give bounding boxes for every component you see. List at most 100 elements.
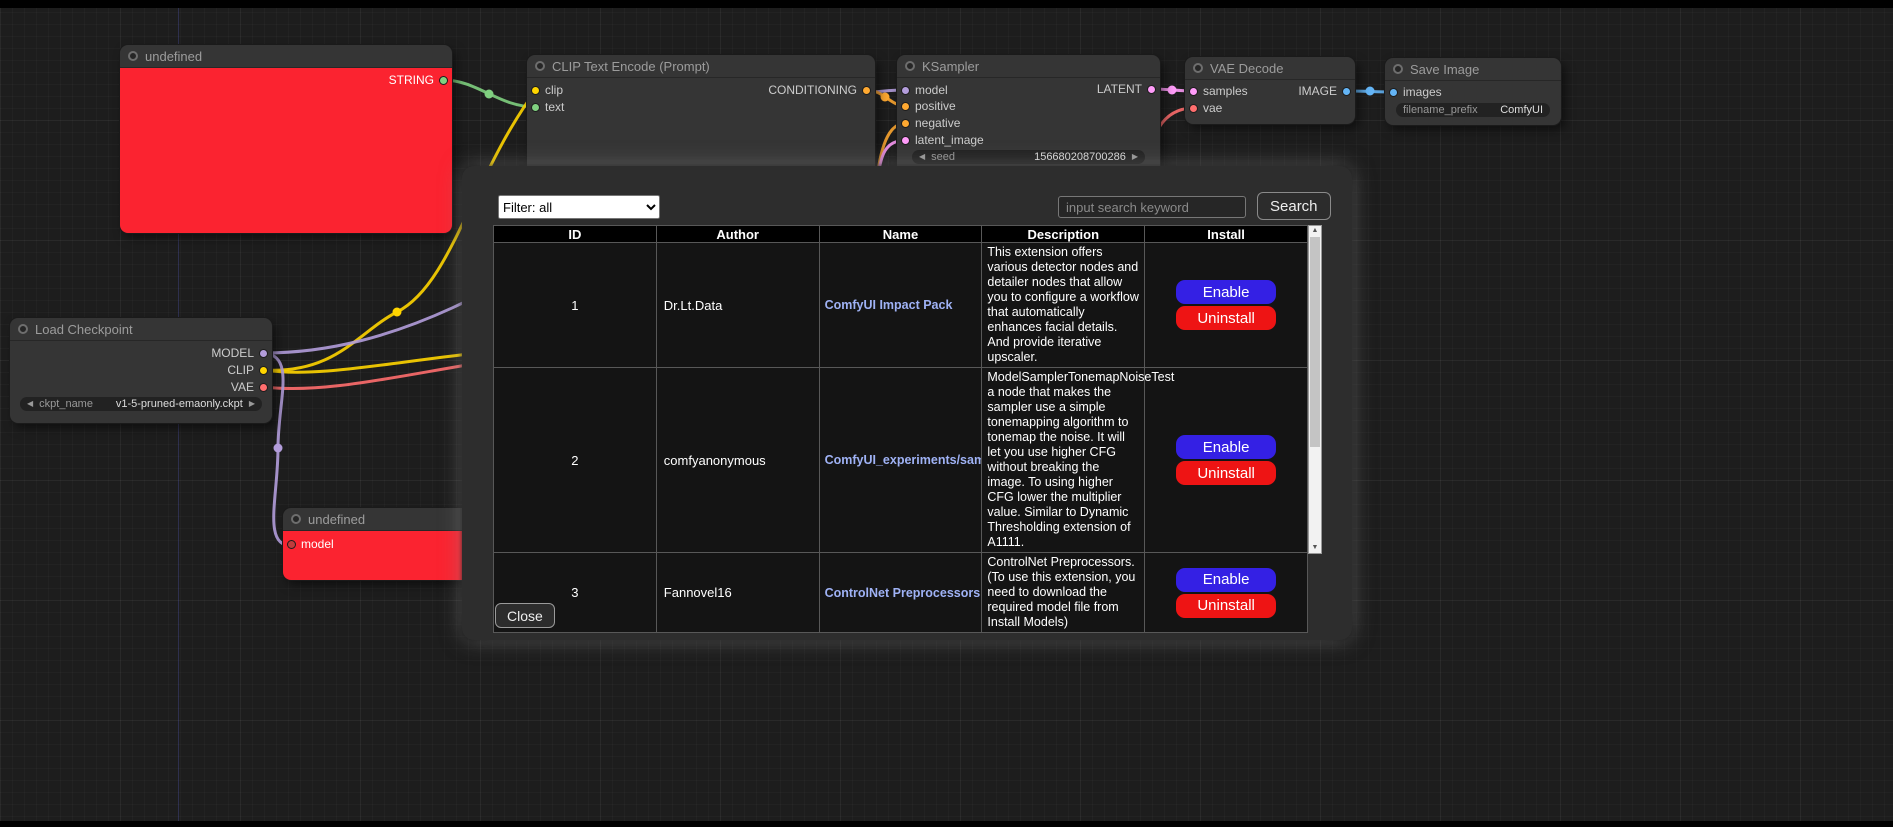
image-port-icon[interactable] — [1389, 88, 1398, 97]
output-slot-latent[interactable]: LATENT — [1097, 82, 1156, 96]
enable-button[interactable]: Enable — [1176, 568, 1276, 592]
model-port-icon[interactable] — [901, 86, 910, 95]
conditioning-port-icon[interactable] — [862, 86, 871, 95]
output-slot-model[interactable]: MODEL — [211, 346, 268, 360]
node-titlebar[interactable]: undefined — [120, 45, 452, 68]
top-letterbox — [0, 0, 1893, 8]
cell-description: ModelSamplerTonemapNoiseTest a node that… — [982, 368, 1145, 553]
input-slot-vae[interactable]: vae — [1189, 101, 1222, 115]
node-collapse-icon[interactable] — [1193, 63, 1203, 73]
node-collapse-icon[interactable] — [905, 61, 915, 71]
scrollbar-thumb[interactable] — [1310, 237, 1320, 447]
node-collapse-icon[interactable] — [535, 61, 545, 71]
input-slot-images[interactable]: images — [1389, 85, 1442, 99]
filter-select[interactable]: Filter: all — [498, 195, 660, 219]
output-slot-string[interactable]: STRING — [389, 73, 448, 87]
node-title: CLIP Text Encode (Prompt) — [552, 59, 710, 74]
string-port-icon[interactable] — [439, 76, 448, 85]
cell-description: This extension offers various detector n… — [982, 243, 1145, 368]
enable-button[interactable]: Enable — [1176, 435, 1276, 459]
uninstall-button[interactable]: Uninstall — [1176, 306, 1276, 330]
widget-filename-prefix[interactable]: filename_prefix ComfyUI — [1396, 103, 1550, 117]
input-slot-positive[interactable]: positive — [901, 99, 956, 113]
table-header-row: ID Author Name Description Install — [494, 226, 1308, 243]
cell-description: ControlNet Preprocessors. (To use this e… — [982, 553, 1145, 633]
output-slot-vae[interactable]: VAE — [231, 380, 268, 394]
widget-ckpt-name[interactable]: ◀ ckpt_name v1-5-pruned-emaonly.ckpt ▶ — [20, 397, 262, 411]
node-body: images filename_prefix ComfyUI — [1385, 81, 1561, 125]
latent-port-icon[interactable] — [901, 136, 910, 145]
link-dot — [881, 93, 890, 102]
link-dot — [274, 444, 283, 453]
output-slot-conditioning[interactable]: CONDITIONING — [768, 83, 871, 97]
node-titlebar[interactable]: Load Checkpoint — [10, 318, 272, 341]
conditioning-port-icon[interactable] — [901, 102, 910, 111]
output-slot-clip[interactable]: CLIP — [227, 363, 268, 377]
node-collapse-icon[interactable] — [1393, 64, 1403, 74]
node-titlebar[interactable]: KSampler — [897, 55, 1160, 78]
widget-label: ckpt_name — [39, 398, 93, 410]
node-save-image[interactable]: Save Image images filename_prefix ComfyU… — [1385, 58, 1561, 125]
input-slot-model[interactable]: model — [287, 537, 334, 551]
scroll-up-icon[interactable]: ▲ — [1309, 226, 1321, 236]
node-load-checkpoint[interactable]: Load Checkpoint MODEL CLIP VAE ◀ ckpt_na… — [10, 318, 272, 423]
clip-port-icon[interactable] — [531, 86, 540, 95]
input-slot-clip[interactable]: clip — [531, 83, 563, 97]
slot-label: CLIP — [227, 363, 254, 377]
node-undefined-string[interactable]: undefined STRING — [120, 45, 452, 233]
vae-port-icon[interactable] — [1189, 104, 1198, 113]
close-button[interactable]: Close — [495, 603, 555, 628]
table-scrollbar[interactable]: ▲ ▼ — [1308, 225, 1322, 554]
input-slot-model[interactable]: model — [901, 83, 948, 97]
clip-port-icon[interactable] — [259, 366, 268, 375]
node-titlebar[interactable]: VAE Decode — [1185, 57, 1355, 80]
enable-button[interactable]: Enable — [1176, 280, 1276, 304]
latent-port-icon[interactable] — [1147, 85, 1156, 94]
link-dot — [393, 308, 402, 317]
input-slot-text[interactable]: text — [531, 100, 564, 114]
increment-arrow-icon[interactable]: ▶ — [249, 400, 255, 408]
model-port-icon[interactable] — [259, 349, 268, 358]
node-titlebar[interactable]: Save Image — [1385, 58, 1561, 81]
scroll-down-icon[interactable]: ▼ — [1309, 543, 1321, 553]
slot-label: LATENT — [1097, 82, 1142, 96]
node-collapse-icon[interactable] — [18, 324, 28, 334]
extension-link[interactable]: ComfyUI Impact Pack — [825, 298, 953, 312]
conditioning-port-icon[interactable] — [901, 119, 910, 128]
uninstall-button[interactable]: Uninstall — [1176, 461, 1276, 485]
input-slot-samples[interactable]: samples — [1189, 84, 1248, 98]
uninstall-button[interactable]: Uninstall — [1176, 594, 1276, 618]
node-vae-decode[interactable]: VAE Decode samples vae IMAGE — [1185, 57, 1355, 124]
search-input[interactable] — [1058, 196, 1246, 218]
decrement-arrow-icon[interactable]: ◀ — [919, 153, 925, 161]
decrement-arrow-icon[interactable]: ◀ — [27, 400, 33, 408]
extension-link[interactable]: ComfyUI_experiments/sampler_tonemap — [825, 453, 982, 467]
increment-arrow-icon[interactable]: ▶ — [1132, 153, 1138, 161]
node-collapse-icon[interactable] — [128, 51, 138, 61]
input-slot-negative[interactable]: negative — [901, 116, 960, 130]
text-port-icon[interactable] — [531, 103, 540, 112]
latent-port-icon[interactable] — [1189, 87, 1198, 96]
slot-label: model — [915, 83, 948, 97]
slot-label: samples — [1203, 84, 1248, 98]
cell-install: Enable Uninstall — [1145, 368, 1308, 553]
slot-label: positive — [915, 99, 956, 113]
node-titlebar[interactable]: CLIP Text Encode (Prompt) — [527, 55, 875, 78]
widget-label: filename_prefix — [1403, 104, 1478, 116]
vae-port-icon[interactable] — [259, 383, 268, 392]
widget-seed[interactable]: ◀ seed 156680208700286 ▶ — [912, 150, 1145, 164]
widget-value: v1-5-pruned-emaonly.ckpt — [116, 398, 243, 410]
slot-label: latent_image — [915, 133, 984, 147]
node-graph-canvas[interactable]: undefined STRING CLIP Text Encode (Promp… — [0, 0, 1893, 827]
output-slot-image[interactable]: IMAGE — [1298, 84, 1351, 98]
node-body: samples vae IMAGE — [1185, 80, 1355, 124]
input-slot-latent-image[interactable]: latent_image — [901, 133, 984, 147]
image-port-icon[interactable] — [1342, 87, 1351, 96]
model-port-icon[interactable] — [287, 540, 296, 549]
node-title: Load Checkpoint — [35, 322, 133, 337]
extension-link[interactable]: ControlNet Preprocessors — [825, 586, 981, 600]
search-button[interactable]: Search — [1257, 192, 1331, 220]
node-collapse-icon[interactable] — [291, 514, 301, 524]
link-dot — [1168, 86, 1177, 95]
node-body: MODEL CLIP VAE ◀ ckpt_name v1-5-pruned-e… — [10, 341, 272, 423]
